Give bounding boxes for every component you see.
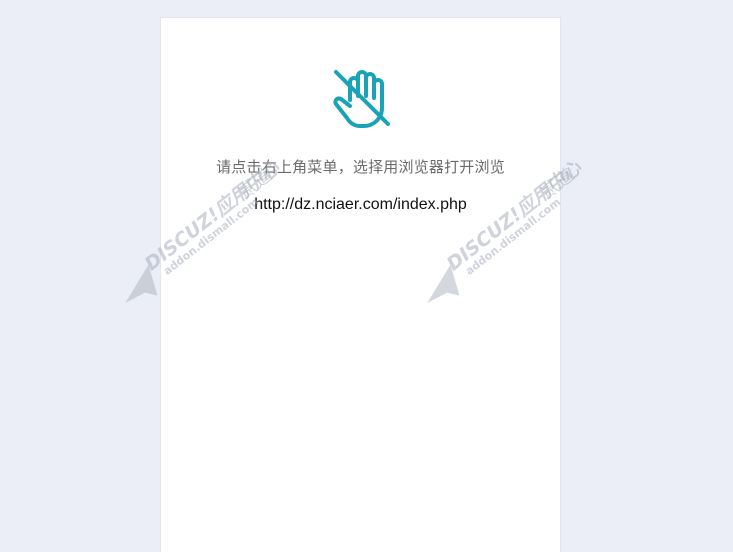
browser-open-card: 请点击右上角菜单，选择用浏览器打开浏览 http://dz.nciaer.com… — [160, 17, 561, 552]
instruction-text: 请点击右上角菜单，选择用浏览器打开浏览 — [216, 158, 505, 176]
hand-stop-icon — [330, 66, 394, 130]
page-url: http://dz.nciaer.com/index.php — [254, 196, 467, 213]
